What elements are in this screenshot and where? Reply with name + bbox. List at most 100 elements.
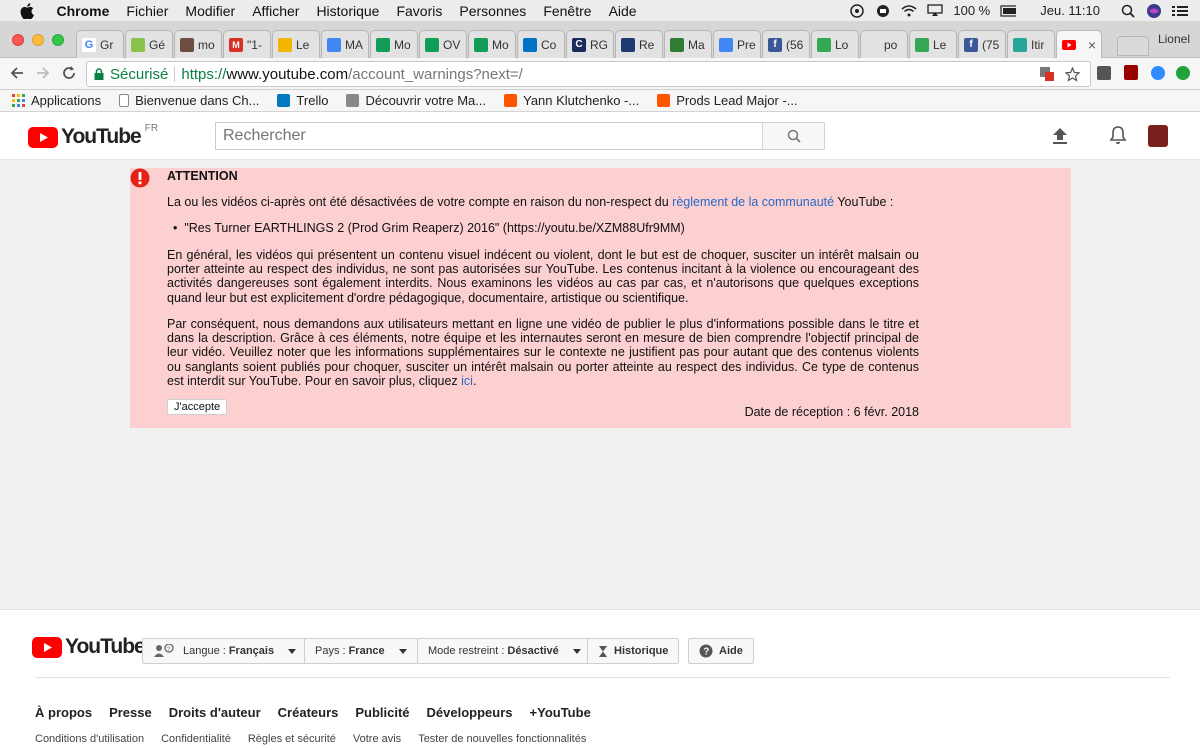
ublock-icon[interactable] — [1124, 65, 1138, 80]
bookmark-item[interactable]: Découvrir votre Ma... — [346, 93, 486, 108]
close-tab-icon[interactable]: × — [1088, 37, 1096, 53]
zoom-window-button[interactable] — [52, 34, 64, 46]
browser-tab[interactable]: Pre — [713, 30, 761, 58]
menubar-clock[interactable]: Jeu. 11:10 — [1040, 3, 1100, 18]
facebook-icon: f — [964, 37, 978, 52]
accept-button[interactable]: J'accepte — [167, 399, 228, 415]
browser-tab[interactable]: Gé — [125, 30, 173, 58]
browser-tab[interactable]: Mo — [468, 30, 516, 58]
menu-modifier[interactable]: Modifier — [177, 3, 244, 19]
footer-legal-link[interactable]: Confidentialité — [161, 733, 231, 745]
tab-title: Gr — [100, 37, 114, 52]
extension-dots-icon[interactable] — [1097, 66, 1111, 80]
bookmark-item[interactable]: Bienvenue dans Ch... — [119, 93, 259, 108]
browser-tab[interactable]: f (75 — [958, 30, 1006, 58]
footer-link[interactable]: Publicité — [355, 705, 409, 720]
language-people-icon: ? — [153, 644, 175, 658]
browser-tab[interactable]: Itir — [1007, 30, 1055, 58]
footer-link[interactable]: Droits d'auteur — [169, 705, 261, 720]
apple-menu-icon[interactable] — [18, 2, 36, 19]
browser-tab[interactable]: po — [860, 30, 908, 58]
maps-icon — [915, 37, 929, 52]
zoom-extension-icon[interactable] — [1151, 66, 1165, 80]
history-button[interactable]: Historique — [587, 638, 680, 664]
close-window-button[interactable] — [12, 34, 24, 46]
browser-tab[interactable]: Le — [272, 30, 320, 58]
browser-tab[interactable]: Re — [615, 30, 663, 58]
browser-tab[interactable]: G Gr — [76, 30, 124, 58]
search-button[interactable] — [762, 122, 825, 150]
browser-tab[interactable]: Co — [517, 30, 565, 58]
footer-link[interactable]: +YouTube — [530, 705, 591, 720]
menu-favoris[interactable]: Favoris — [388, 3, 451, 19]
youtube-logo[interactable]: YouTube FR — [28, 123, 158, 149]
search-input[interactable] — [215, 122, 763, 150]
learn-more-link[interactable]: ici — [461, 374, 473, 388]
google-icon: G — [82, 37, 96, 52]
browser-tab[interactable]: Le — [909, 30, 957, 58]
airplay-icon[interactable] — [927, 4, 944, 18]
help-button[interactable]: ? Aide — [688, 638, 754, 664]
bookmark-item[interactable]: Prods Lead Major -... — [657, 93, 798, 108]
browser-tab[interactable]: × — [1056, 30, 1102, 58]
reload-icon[interactable] — [62, 66, 76, 85]
menu-aide[interactable]: Aide — [600, 3, 645, 19]
browser-tab[interactable]: Mo — [370, 30, 418, 58]
browser-tab[interactable]: mo — [174, 30, 222, 58]
translate-icon[interactable] — [1039, 66, 1055, 82]
country-selector[interactable]: Pays : France — [304, 638, 418, 664]
footer-legal-link[interactable]: Tester de nouvelles fonctionnalités — [418, 733, 586, 745]
account-avatar[interactable] — [1148, 125, 1168, 147]
footer-link[interactable]: Développeurs — [427, 705, 513, 720]
community-guidelines-link[interactable]: règlement de la communauté — [672, 195, 834, 209]
bookmark-star-icon[interactable] — [1065, 66, 1080, 82]
footer-legal-link[interactable]: Conditions d'utilisation — [35, 733, 144, 745]
browser-tab[interactable]: OV — [419, 30, 467, 58]
footer-link[interactable]: Créateurs — [278, 705, 339, 720]
menu-fenetre[interactable]: Fenêtre — [535, 3, 600, 19]
footer-link[interactable]: Presse — [109, 705, 152, 720]
media-status-icon[interactable] — [849, 3, 865, 18]
new-tab-button[interactable] — [1117, 36, 1149, 56]
menu-personnes[interactable]: Personnes — [451, 3, 535, 19]
footer-legal-link[interactable]: Règles et sécurité — [248, 733, 336, 745]
siri-icon[interactable] — [1146, 3, 1162, 18]
menu-historique[interactable]: Historique — [308, 3, 388, 19]
evernote-extension-icon[interactable] — [1176, 66, 1190, 80]
language-selector[interactable]: ? Langue : Français — [142, 638, 308, 664]
tab-title: Itir — [1031, 37, 1045, 52]
minimize-window-button[interactable] — [32, 34, 44, 46]
upload-icon[interactable] — [1052, 127, 1068, 150]
browser-tab[interactable]: M "1- — [223, 30, 271, 58]
address-bar[interactable]: Sécurisé https://www.youtube.com/account… — [86, 61, 1091, 87]
menu-afficher[interactable]: Afficher — [244, 3, 308, 19]
footer-youtube-logo[interactable]: YouTube — [32, 635, 146, 659]
chevron-down-icon — [288, 648, 297, 654]
browser-tab[interactable]: MA — [321, 30, 369, 58]
browser-tab[interactable]: f (56 — [762, 30, 810, 58]
notification-center-icon[interactable] — [1172, 4, 1188, 18]
wifi-icon[interactable] — [901, 4, 917, 18]
browser-tab[interactable]: Lo — [811, 30, 859, 58]
restricted-mode-selector[interactable]: Mode restreint : Désactivé — [417, 638, 592, 664]
profile-name[interactable]: Lionel — [1158, 32, 1190, 46]
tab-title: (75 — [982, 37, 1000, 52]
forward-arrow-icon[interactable] — [36, 66, 50, 85]
footer-legal-link[interactable]: Votre avis — [353, 733, 401, 745]
menu-fichier[interactable]: Fichier — [118, 3, 177, 19]
sheets-icon — [474, 37, 488, 52]
tab-title: MA — [345, 37, 363, 52]
browser-tab[interactable]: Ma — [664, 30, 712, 58]
menu-chrome[interactable]: Chrome — [48, 3, 118, 19]
bookmark-item[interactable]: Yann Klutchenko -... — [504, 93, 639, 108]
bookmark-item[interactable]: Trello — [277, 93, 328, 108]
messages-status-icon[interactable] — [875, 4, 891, 18]
footer-link[interactable]: À propos — [35, 705, 92, 720]
battery-icon[interactable] — [1000, 4, 1017, 18]
url-host: www.youtube.com — [226, 65, 349, 83]
browser-tab[interactable]: C RG — [566, 30, 614, 58]
bookmark-item[interactable]: Applications — [12, 93, 101, 108]
notifications-bell-icon[interactable] — [1109, 125, 1127, 150]
spotlight-search-icon[interactable] — [1120, 4, 1136, 18]
back-arrow-icon[interactable] — [10, 66, 24, 85]
